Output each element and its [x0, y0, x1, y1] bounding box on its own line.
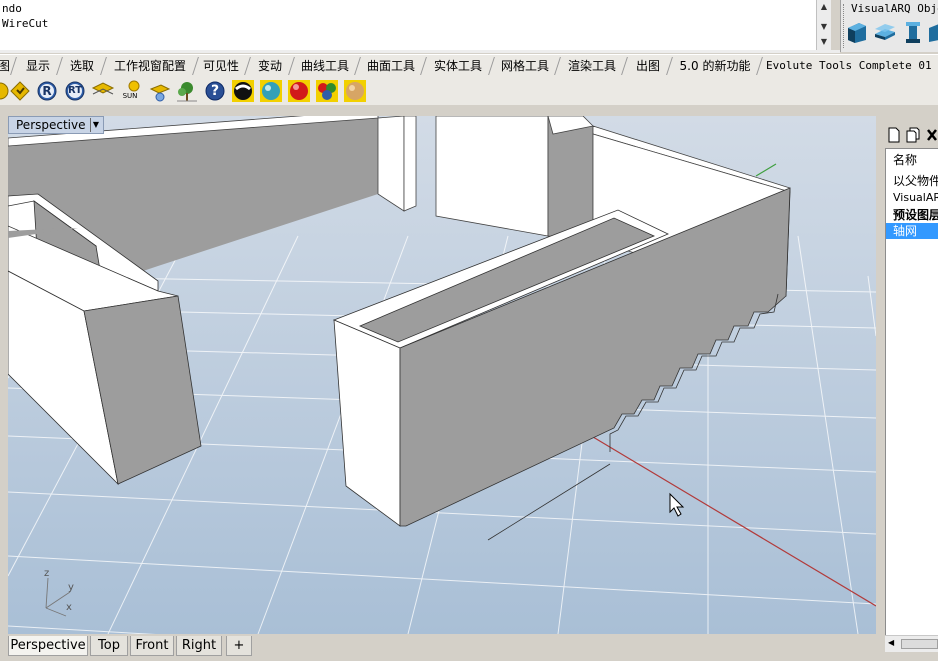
tab-render-tools[interactable]: 渲染工具 — [563, 57, 628, 75]
viewport-tab-front[interactable]: Front — [130, 636, 174, 656]
render-rt-icon[interactable]: RT — [63, 79, 87, 103]
material-ball-icon[interactable] — [259, 79, 283, 103]
scroll-down-icon[interactable]: ▼ — [819, 22, 829, 32]
scrollbar-thumb[interactable] — [901, 639, 938, 649]
delete-layer-icon[interactable] — [926, 127, 938, 143]
texture-ball-icon[interactable] — [343, 79, 367, 103]
tab-whats-new[interactable]: 5.0 的新功能 — [674, 57, 763, 75]
command-history-scrollbar[interactable]: ▲ ▼ ▼ — [816, 0, 831, 50]
viewport-tab-right[interactable]: Right — [176, 636, 222, 656]
varq-wall-icon[interactable] — [845, 20, 869, 44]
tab-select[interactable]: 选取 — [64, 57, 107, 75]
scroll-left-icon[interactable]: ◀ — [888, 638, 894, 647]
layer-row-selected[interactable]: 轴网 — [886, 223, 938, 239]
layers-header-name[interactable]: 名称 — [893, 152, 917, 168]
scroll-page-down-icon[interactable]: ▼ — [819, 37, 829, 47]
viewport-canvas[interactable]: z y x — [8, 116, 876, 634]
light-icon[interactable] — [91, 79, 115, 103]
tab-surface-tools[interactable]: 曲面工具 — [362, 57, 427, 75]
varq-column-icon[interactable] — [901, 20, 925, 44]
tab-mesh-tools[interactable]: 网格工具 — [496, 57, 561, 75]
tab-evolute-tools[interactable]: Evolute Tools Complete 01 — [766, 57, 932, 75]
render-r-label: R — [42, 84, 52, 98]
toolbar-tabs: 图 显示 选取 工作视窗配置 可见性 变动 曲线工具 曲面工具 实体工具 网格工… — [0, 54, 938, 78]
tab-transform[interactable]: 变动 — [252, 57, 295, 75]
environment-icon[interactable] — [231, 79, 255, 103]
spotlight-icon[interactable] — [148, 79, 172, 103]
visualarq-toolbar: VisualARQ Objec — [840, 0, 938, 52]
toolbar-divider — [0, 105, 938, 115]
layer-row[interactable]: VisualARQ — [893, 190, 938, 206]
tab-draw[interactable]: 图 — [0, 57, 17, 75]
new-layer-icon[interactable] — [887, 127, 901, 143]
visualarq-toolbar-title: VisualARQ Objec — [851, 2, 938, 15]
viewport-tab-perspective[interactable]: Perspective — [8, 636, 88, 656]
tab-visibility[interactable]: 可见性 — [198, 57, 251, 75]
command-divider — [0, 50, 840, 53]
axis-y-label: y — [68, 582, 74, 593]
layers-horizontal-scrollbar[interactable]: ◀ — [885, 635, 938, 652]
help-label: ? — [210, 83, 220, 99]
command-history[interactable]: ndo WireCut ▲ ▼ ▼ — [0, 0, 831, 51]
perspective-viewport[interactable]: z y x — [8, 116, 876, 634]
render-rt-label: RT — [67, 85, 83, 96]
viewport-menu-dropdown-icon[interactable]: ▼ — [90, 118, 101, 132]
help-icon[interactable]: ? — [203, 79, 227, 103]
layers-panel: 名称 以父物件 VisualARQ 预设图层 轴网 ◀ — [884, 123, 938, 661]
layer-row[interactable]: 预设图层 — [893, 207, 938, 223]
viewport-tabs: Perspective Top Front Right + — [0, 634, 884, 661]
viewport-tab-top[interactable]: Top — [90, 636, 128, 656]
add-viewport-tab-button[interactable]: + — [226, 636, 252, 656]
tab-solid-tools[interactable]: 实体工具 — [428, 57, 495, 75]
render-tag-icon[interactable] — [8, 79, 32, 103]
tab-display[interactable]: 显示 — [20, 57, 63, 75]
layer-row[interactable]: 以父物件 — [893, 173, 938, 189]
command-history-line: ndo — [2, 2, 22, 15]
new-sublayer-icon[interactable] — [906, 127, 920, 143]
tab-layout[interactable]: 出图 — [630, 57, 673, 75]
varq-beam-icon[interactable] — [929, 20, 938, 44]
multi-ball-icon[interactable] — [315, 79, 339, 103]
command-history-line: WireCut — [2, 17, 49, 30]
render-r-icon[interactable]: R — [35, 79, 59, 103]
layers-list[interactable]: 名称 以父物件 VisualARQ 预设图层 轴网 — [885, 148, 938, 645]
render-toolbar: R RT SUN ? — [0, 77, 938, 105]
scroll-up-icon[interactable]: ▲ — [819, 2, 829, 12]
axis-z-label: z — [44, 568, 49, 579]
tab-curve-tools[interactable]: 曲线工具 — [296, 57, 361, 75]
red-ball-icon[interactable] — [287, 79, 311, 103]
varq-slab-icon[interactable] — [873, 20, 897, 44]
sun-label: SUN — [122, 92, 138, 100]
sun-icon[interactable]: SUN — [118, 79, 142, 103]
tree-icon[interactable] — [175, 79, 199, 103]
viewport-title[interactable]: Perspective ▼ — [8, 116, 104, 134]
viewport-title-label: Perspective — [16, 118, 86, 132]
axis-x-label: x — [66, 602, 72, 613]
tab-viewport-layout[interactable]: 工作视窗配置 — [108, 57, 199, 75]
